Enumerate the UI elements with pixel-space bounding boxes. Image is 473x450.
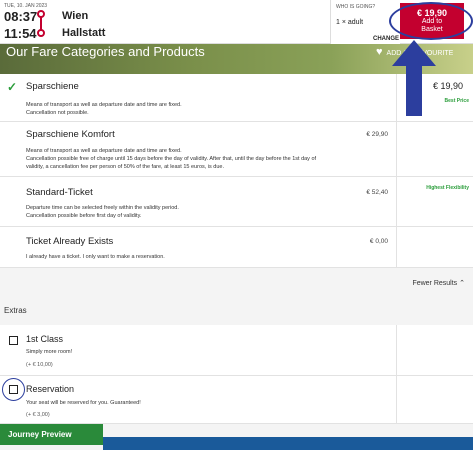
passenger-title: WHO IS GOING? xyxy=(336,4,376,10)
highest-flexibility-tag: Highest Flexibility xyxy=(426,185,469,191)
departure-time: 08:37 xyxy=(4,9,38,24)
arrival-time: 11:54 xyxy=(4,26,37,41)
fare-price: € 19,90 xyxy=(432,81,463,91)
fare-desc-line: Means of transport as well as departure … xyxy=(26,148,182,154)
banner-title: Our Fare Categories and Products xyxy=(6,44,205,59)
route-start-dot xyxy=(37,10,45,18)
fare-main: Standard-Ticket € 52,40 Departure time c… xyxy=(0,177,397,226)
from-station: Wien xyxy=(62,10,89,22)
extra-main: Reservation Your seat will be reserved f… xyxy=(0,376,397,423)
annotation-circle-checkbox xyxy=(2,378,25,401)
fare-desc-line: Cancellation possible free of charge unt… xyxy=(26,156,317,162)
journey-preview-button[interactable]: Journey Preview xyxy=(0,424,103,445)
fare-description: Means of transport as well as departure … xyxy=(26,147,391,171)
chevron-up-icon: ⌃ xyxy=(459,280,465,287)
check-icon: ✓ xyxy=(7,80,18,94)
extra-price: (+ € 3,00) xyxy=(26,412,50,418)
first-class-checkbox[interactable] xyxy=(9,336,18,345)
extra-row-first-class[interactable]: 1st Class Simply more room! (+ € 10,00) xyxy=(0,325,473,376)
fare-name: Ticket Already Exists xyxy=(26,236,114,247)
fare-name: Standard-Ticket xyxy=(26,187,93,198)
fare-price: € 29,90 xyxy=(366,131,388,138)
fare-price: € 52,40 xyxy=(366,189,388,196)
fare-name: Sparschiene xyxy=(26,81,79,92)
extra-price: (+ € 10,00) xyxy=(26,362,53,368)
extra-row-reservation[interactable]: Reservation Your seat will be reserved f… xyxy=(0,376,473,424)
fare-desc-line: Departure time can be selected freely wi… xyxy=(26,205,179,211)
fare-main: Sparschiene Komfort € 29,90 Means of tra… xyxy=(0,122,397,176)
fare-description: Departure time can be selected freely wi… xyxy=(26,204,391,220)
fare-desc-line: Means of transport as well as departure … xyxy=(26,102,182,108)
extra-main: 1st Class Simply more room! (+ € 10,00) xyxy=(0,325,397,375)
extra-name: 1st Class xyxy=(26,334,64,344)
fare-desc-line: validity, a cancellation fee per person … xyxy=(26,164,225,170)
annotation-arrow-up-icon xyxy=(392,40,436,116)
fare-main: ✓ Sparschiene Means of transport as well… xyxy=(0,74,397,121)
extra-description: Your seat will be reserved for you. Guar… xyxy=(26,400,141,406)
fare-description: Means of transport as well as departure … xyxy=(26,101,391,117)
to-station: Hallstatt xyxy=(62,27,106,39)
fewer-results-toggle[interactable]: Fewer Results ⌃ xyxy=(412,279,465,287)
fare-description: I already have a ticket. I only want to … xyxy=(26,253,391,261)
fare-side: Highest Flexibility xyxy=(398,177,473,226)
fare-row-ticket-exists[interactable]: Ticket Already Exists € 0,00 I already h… xyxy=(0,227,473,268)
passenger-value: 1 × adult xyxy=(336,19,364,26)
extra-description: Simply more room! xyxy=(26,349,73,355)
fare-main: Ticket Already Exists € 0,00 I already h… xyxy=(0,227,397,267)
fare-desc-line: I already have a ticket. I only want to … xyxy=(26,254,165,260)
fewer-results-label: Fewer Results xyxy=(412,280,458,287)
annotation-circle-basket xyxy=(389,2,473,40)
route-end-dot xyxy=(37,29,45,37)
fare-desc-line: Cancellation possible before first day o… xyxy=(26,213,142,219)
fare-desc-line: Cancellation not possible. xyxy=(26,110,89,116)
bottom-bar xyxy=(103,437,473,450)
fare-price: € 0,00 xyxy=(369,238,388,245)
fare-name: Sparschiene Komfort xyxy=(26,129,115,140)
fare-side xyxy=(398,122,473,176)
extra-name: Reservation xyxy=(26,384,75,394)
extras-heading: Extras xyxy=(4,306,27,315)
fare-row-standard-ticket[interactable]: Standard-Ticket € 52,40 Departure time c… xyxy=(0,177,473,227)
fare-row-sparschiene-komfort[interactable]: Sparschiene Komfort € 29,90 Means of tra… xyxy=(0,122,473,177)
best-price-tag: Best Price xyxy=(444,98,469,104)
heart-icon: ♥ xyxy=(376,46,383,58)
fare-side xyxy=(398,227,473,267)
